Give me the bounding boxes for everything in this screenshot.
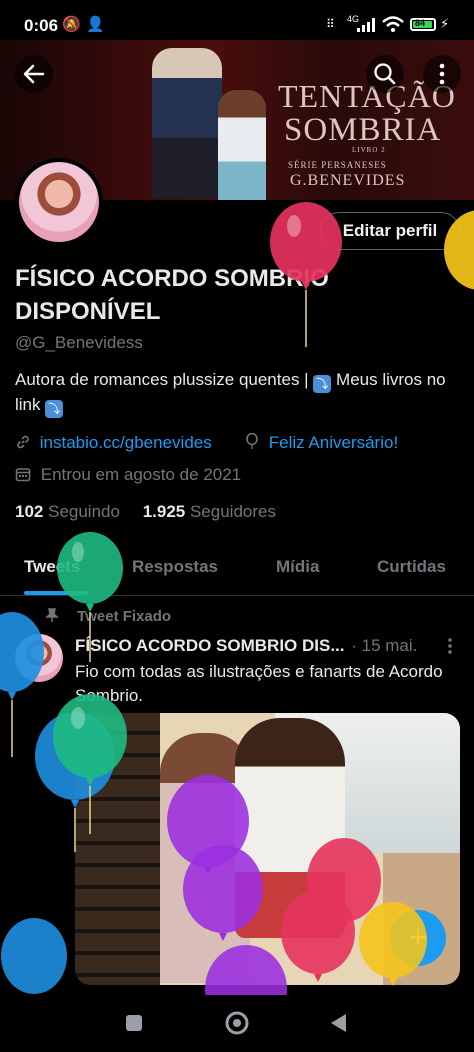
balloon-red-3 xyxy=(281,890,355,982)
tweet-more-icon[interactable] xyxy=(442,636,458,656)
profile-link-row: instabio.cc/gbenevides xyxy=(15,433,212,453)
arrow-right-down-emoji-icon: ⤵ xyxy=(313,375,332,393)
tweet-header: FÍSICO ACORDO SOMBRIO DIS... · 15 mai. xyxy=(75,636,417,656)
mute-icon: 🔕 xyxy=(62,16,81,33)
followers-count: 1.925 xyxy=(142,502,186,521)
profile-avatar[interactable] xyxy=(15,158,103,246)
balloon-icon xyxy=(246,432,258,449)
balloon-red-1 xyxy=(270,202,342,347)
balloon-green-1 xyxy=(57,532,123,662)
banner-series: SÉRIE PERSANESES xyxy=(288,160,387,170)
search-button[interactable] xyxy=(366,55,404,93)
balloon-blue-3 xyxy=(1,918,67,994)
back-arrow-icon xyxy=(23,64,45,84)
nav-home-icon[interactable] xyxy=(224,1010,250,1036)
status-time: 0:06 xyxy=(24,16,59,35)
banner-figure-man xyxy=(152,48,222,198)
bio-text-1: Autora de romances plussize quentes | xyxy=(15,370,314,389)
follow-counts: 102 Seguindo 1.925 Seguidores xyxy=(15,502,276,522)
signal-icon xyxy=(357,18,375,32)
tweet-date[interactable]: · 15 mai. xyxy=(351,636,417,655)
tab-likes[interactable]: Curtidas xyxy=(377,557,446,577)
following-stat[interactable]: 102 Seguindo xyxy=(15,502,120,521)
joined-row: Entrou em agosto de 2021 xyxy=(15,465,241,485)
tweet-text: Fio com todas as ilustrações e fanarts d… xyxy=(75,662,443,705)
balloon-yellow-2 xyxy=(359,902,427,986)
balloon-green-2 xyxy=(53,694,127,834)
followers-label: Seguidores xyxy=(189,502,276,521)
following-label: Seguindo xyxy=(48,502,120,521)
avatar-image xyxy=(19,162,99,242)
more-vertical-icon xyxy=(439,63,445,85)
nav-back-icon[interactable] xyxy=(328,1012,348,1034)
arrow-right-down-emoji-icon-2: ⤵ xyxy=(45,400,64,418)
wifi-icon xyxy=(382,16,404,32)
banner-author: G.BENEVIDES xyxy=(290,172,406,189)
profile-bio: Autora de romances plussize quentes | ⤵ … xyxy=(15,368,465,418)
banner-figure-woman xyxy=(218,90,266,200)
signal-dots-icon: ⠿ xyxy=(326,17,335,31)
banner-title-line2: SOMBRIA xyxy=(284,112,442,148)
tab-replies[interactable]: Respostas xyxy=(132,557,218,577)
tab-media[interactable]: Mídia xyxy=(276,557,319,577)
battery-level: 84 xyxy=(415,18,426,28)
joined-date: Entrou em agosto de 2021 xyxy=(40,465,242,484)
more-button[interactable] xyxy=(423,55,461,93)
balloon-purple-3 xyxy=(205,945,287,995)
system-nav-bar xyxy=(0,995,474,1052)
following-count: 102 xyxy=(15,502,44,521)
calendar-icon xyxy=(15,468,31,482)
balloon-purple-2 xyxy=(183,845,263,941)
nav-recents-icon[interactable] xyxy=(124,1013,144,1033)
back-button[interactable] xyxy=(15,55,53,93)
followers-stat[interactable]: 1.925 Seguidores xyxy=(143,502,276,521)
charging-icon: ⚡ xyxy=(440,16,450,31)
banner-subtitle: LIVRO 2 xyxy=(352,146,386,154)
display-name: FÍSICO ACORDO SOMBRIO DISPONÍVEL xyxy=(15,265,329,325)
birthday-row: Feliz Aniversário! xyxy=(245,432,398,453)
profile-website-link[interactable]: instabio.cc/gbenevides xyxy=(40,433,212,452)
battery-icon: 84 xyxy=(410,18,436,31)
user-add-icon: 👤 xyxy=(86,16,105,33)
birthday-link[interactable]: Feliz Aniversário! xyxy=(269,433,398,452)
search-icon xyxy=(374,63,396,85)
user-handle: @G_Benevidess xyxy=(15,333,143,352)
link-icon xyxy=(17,435,29,449)
balloon-yellow-1 xyxy=(444,210,474,290)
